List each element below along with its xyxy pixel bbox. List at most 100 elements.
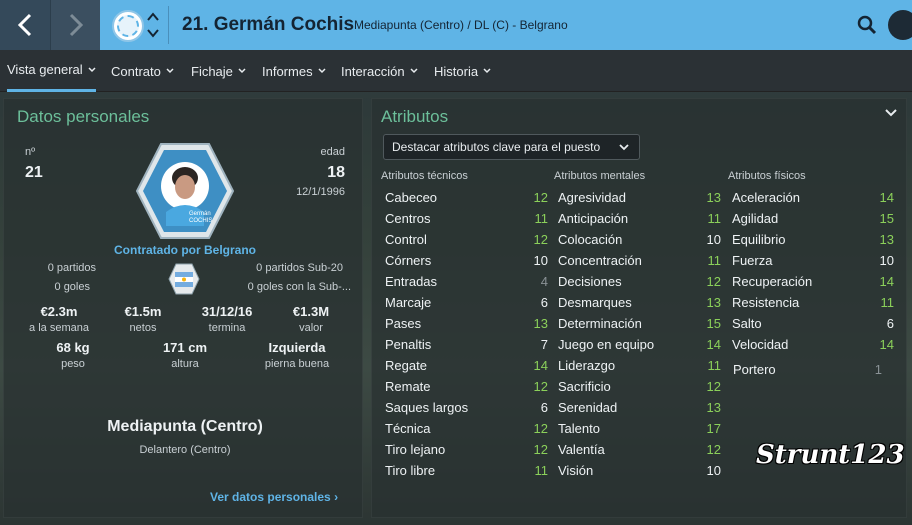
attribute-row[interactable]: Agilidad 15 xyxy=(732,208,894,228)
tab-interaccion[interactable]: Interacción xyxy=(341,50,418,92)
club-crest-icon[interactable] xyxy=(112,10,144,42)
chevron-right-icon xyxy=(69,13,83,37)
attribute-row[interactable]: Centros 11 xyxy=(385,208,548,228)
attribute-row[interactable]: Aceleración 14 xyxy=(732,187,894,207)
shirt-number: 21 xyxy=(25,164,43,181)
tab-fichaje[interactable]: Fichaje xyxy=(191,50,246,92)
attribute-row[interactable]: Entradas 4 xyxy=(385,271,548,291)
attribute-name: Juego en equipo xyxy=(558,336,655,352)
highlight-key-attributes-dropdown[interactable]: Destacar atributos clave para el puesto xyxy=(383,134,640,160)
attribute-name: Fuerza xyxy=(732,252,773,268)
attribute-row[interactable]: Colocación 10 xyxy=(558,229,721,249)
market-value: €1.3M xyxy=(292,304,330,319)
attribute-value: 6 xyxy=(540,294,548,310)
attribute-row[interactable]: Serenidad 13 xyxy=(558,397,721,417)
attribute-value: 14 xyxy=(879,336,894,352)
attribute-name: Salto xyxy=(732,315,762,331)
attribute-row[interactable]: Salto 6 xyxy=(732,313,894,333)
attribute-value: 10 xyxy=(879,252,894,268)
player-position-subtitle: Mediapunta (Centro) / DL (C) - Belgrano xyxy=(354,18,568,32)
attribute-value: 12 xyxy=(706,273,721,289)
tab-label: Historia xyxy=(434,63,479,79)
preferred-foot-label: pierna buena xyxy=(264,358,330,370)
top-header: 21. Germán Cochis Mediapunta (Centro) / … xyxy=(0,0,912,50)
attribute-row[interactable]: Valentía 12 xyxy=(558,439,721,459)
attribute-row[interactable]: Regate 14 xyxy=(385,355,548,375)
attribute-row[interactable]: Pases 13 xyxy=(385,313,548,333)
attribute-row[interactable]: Agresividad 13 xyxy=(558,187,721,207)
chevron-up-icon[interactable] xyxy=(147,12,159,22)
attribute-row[interactable]: Equilibrio 13 xyxy=(732,229,894,249)
globe-icon[interactable] xyxy=(888,10,912,40)
view-personal-data-link[interactable]: Ver datos personales › xyxy=(210,490,338,504)
attribute-name: Entradas xyxy=(385,273,438,289)
shirt-number-label: nº xyxy=(25,146,36,158)
chevron-down-icon[interactable] xyxy=(147,28,159,38)
club-matches: 0 partidos xyxy=(47,262,96,274)
wage-label: a la semana xyxy=(29,322,89,334)
national-team-badge-icon[interactable] xyxy=(168,263,200,295)
attribute-value: 7 xyxy=(540,336,548,352)
attribute-row[interactable]: Penaltis 7 xyxy=(385,334,548,354)
attribute-name: Equilibrio xyxy=(732,231,786,247)
attribute-row[interactable]: Decisiones 12 xyxy=(558,271,721,291)
attribute-row[interactable]: Córners 10 xyxy=(385,250,548,270)
attribute-row[interactable]: Juego en equipo 14 xyxy=(558,334,721,354)
tab-vista-general[interactable]: Vista general xyxy=(7,50,96,92)
attribute-name: Velocidad xyxy=(732,336,789,352)
attribute-row[interactable]: Resistencia 11 xyxy=(732,292,894,312)
mental-attributes-heading: Atributos mentales xyxy=(554,170,646,182)
attribute-row[interactable]: Tiro libre 11 xyxy=(385,460,548,480)
attribute-row[interactable]: Control 12 xyxy=(385,229,548,249)
search-icon xyxy=(857,15,877,35)
attribute-row[interactable]: Recuperación 14 xyxy=(732,271,894,291)
attribute-row[interactable]: Talento 17 xyxy=(558,418,721,438)
attribute-row[interactable]: Liderazgo 11 xyxy=(558,355,721,375)
chevron-down-icon xyxy=(410,68,418,74)
attribute-row[interactable]: Técnica 12 xyxy=(385,418,548,438)
link-label: Ver datos personales xyxy=(210,490,331,504)
attribute-value: 12 xyxy=(533,189,548,205)
attribute-name: Control xyxy=(385,231,427,247)
attribute-name: Agresividad xyxy=(558,189,626,205)
attribute-name: Pases xyxy=(385,315,422,331)
chevron-left-icon xyxy=(17,13,32,37)
attribute-row[interactable]: Saques largos 6 xyxy=(385,397,548,417)
attribute-value: 12 xyxy=(533,231,548,247)
attribute-row[interactable]: Marcaje 6 xyxy=(385,292,548,312)
attribute-row[interactable]: Sacrificio 12 xyxy=(558,376,721,396)
attribute-row[interactable]: Fuerza 10 xyxy=(732,250,894,270)
net-wage-label: netos xyxy=(129,322,157,334)
attribute-row[interactable]: Concentración 11 xyxy=(558,250,721,270)
attribute-value: 12 xyxy=(533,441,548,457)
attribute-value: 11 xyxy=(880,294,895,310)
attribute-name: Talento xyxy=(558,420,600,436)
player-switcher[interactable] xyxy=(146,12,160,38)
attribute-row[interactable]: Anticipación 11 xyxy=(558,208,721,228)
player-portrait[interactable] xyxy=(136,142,234,240)
contract-expiry-label: termina xyxy=(208,322,246,334)
attribute-value: 14 xyxy=(879,273,894,289)
attribute-row[interactable]: Velocidad 14 xyxy=(732,334,894,354)
tab-informes[interactable]: Informes xyxy=(262,50,326,92)
attribute-row[interactable]: Determinación 15 xyxy=(558,313,721,333)
collapse-chevron-icon[interactable] xyxy=(884,108,898,118)
attribute-name: Técnica xyxy=(385,420,431,436)
tab-label: Interacción xyxy=(341,63,405,79)
attribute-row[interactable]: Remate 12 xyxy=(385,376,548,396)
attribute-name: Visión xyxy=(558,462,594,478)
attribute-value: 6 xyxy=(540,399,548,415)
tab-historia[interactable]: Historia xyxy=(434,50,491,92)
attribute-row[interactable]: Visión 10 xyxy=(558,460,721,480)
attribute-row-goalkeeper[interactable]: Portero 1 xyxy=(733,359,882,379)
search-button[interactable] xyxy=(852,10,882,40)
attribute-row[interactable]: Tiro lejano 12 xyxy=(385,439,548,459)
chevron-down-icon xyxy=(166,68,174,74)
back-button[interactable] xyxy=(0,0,50,50)
attribute-row[interactable]: Desmarques 13 xyxy=(558,292,721,312)
contracted-by-link[interactable]: Contratado por Belgrano xyxy=(114,243,256,257)
tab-contrato[interactable]: Contrato xyxy=(111,50,174,92)
attribute-row[interactable]: Cabeceo 12 xyxy=(385,187,548,207)
physical-attributes-heading: Atributos físicos xyxy=(728,170,806,182)
forward-button[interactable] xyxy=(50,0,100,50)
